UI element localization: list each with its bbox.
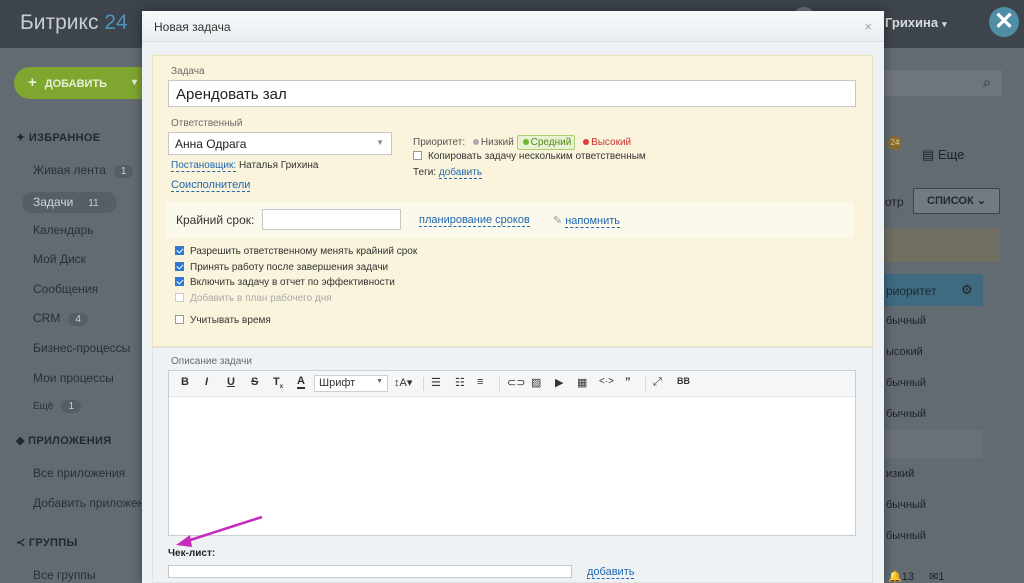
text-color-icon[interactable]: A — [297, 376, 305, 389]
new-task-dialog: Новая задача × Задача Арендовать зал Отв… — [142, 11, 884, 583]
description-label: Описание задачи — [171, 356, 252, 367]
align-icon[interactable]: ≡ — [477, 376, 483, 388]
fullscreen-icon[interactable]: ⤢ — [653, 376, 662, 389]
option-checkbox[interactable]: Принять работу после завершения задачи — [175, 261, 388, 273]
deadline-input[interactable] — [262, 209, 401, 230]
bullet-list-icon[interactable]: ☷ — [455, 376, 465, 389]
tags-add-link[interactable]: добавить — [438, 167, 483, 179]
image-icon[interactable]: ▨ — [531, 376, 541, 389]
sidebar-item-more[interactable]: Ещё 1 — [33, 400, 82, 413]
sidebar-item-add-app[interactable]: Добавить приложен — [33, 496, 144, 510]
numbered-list-icon[interactable]: ☰ — [431, 376, 441, 389]
table-icon[interactable]: ▦ — [577, 376, 587, 389]
deadline-row: Крайний срок: планирование сроков ✎ напом… — [166, 202, 854, 238]
sidebar-item-disk[interactable]: Мой Диск — [33, 252, 86, 266]
filter-band — [884, 228, 1000, 262]
view-label: отр — [885, 195, 904, 209]
link-icon[interactable]: ⊂⊃ — [507, 376, 525, 389]
group-band — [884, 430, 983, 458]
apps-header[interactable]: ◆ ПРИЛОЖЕНИЯ — [16, 434, 111, 447]
option-checkbox[interactable]: Разрешить ответственному менять крайний … — [175, 245, 417, 257]
sidebar-item-tasks[interactable]: Задачи 11 — [22, 192, 117, 213]
font-select[interactable]: Шрифт ▼ — [314, 375, 388, 392]
list-view-button[interactable]: СПИСОК ⌄ — [913, 188, 1000, 214]
tags-row: Теги: добавить — [413, 167, 483, 179]
creator-link[interactable]: Постановщик: — [171, 160, 237, 172]
dialog-title: Новая задача — [154, 20, 231, 34]
search-icon[interactable]: ⌕ — [983, 74, 991, 91]
table-row[interactable]: бычный — [886, 408, 926, 420]
notification-badge: 24 — [888, 136, 902, 150]
checklist-add-link[interactable]: добавить — [587, 566, 635, 579]
remind-link[interactable]: ✎ напомнить — [553, 214, 621, 228]
priority-medium[interactable]: Средний — [516, 135, 576, 150]
task-label: Задача — [171, 66, 205, 77]
groups-header[interactable]: ≺ ГРУППЫ — [16, 536, 78, 549]
table-row[interactable]: бычный — [886, 315, 926, 327]
gear-icon[interactable]: ⚙ — [961, 282, 973, 298]
code-icon[interactable]: <·> — [599, 376, 614, 387]
underline-icon[interactable]: U — [227, 376, 235, 388]
track-time-checkbox[interactable]: Учитывать время — [175, 314, 271, 326]
responsible-label: Ответственный — [171, 118, 243, 129]
clear-format-icon[interactable]: Tx — [273, 376, 283, 390]
copy-task-checkbox[interactable]: Копировать задачу нескольким ответственн… — [413, 150, 646, 162]
table-row[interactable]: бычный — [886, 499, 926, 511]
chevron-down-icon: ▼ — [376, 138, 384, 147]
planning-link[interactable]: планирование сроков — [419, 214, 530, 227]
bell-icon: ✎ — [553, 215, 563, 227]
italic-icon[interactable]: I — [205, 376, 208, 388]
sidebar-item-feed[interactable]: Живая лента 1 — [33, 163, 134, 178]
annotation-arrow-icon — [176, 515, 263, 547]
bell-counter[interactable]: 🔔13 — [888, 570, 914, 583]
creator-row: Постановщик: Наталья Грихина — [171, 160, 319, 172]
quote-icon[interactable]: ” — [625, 376, 631, 388]
priority-high[interactable]: Высокий — [578, 137, 631, 148]
font-size-icon[interactable]: ↕A▾ — [394, 376, 412, 389]
sidebar-item-all-apps[interactable]: Все приложения — [33, 466, 125, 480]
dialog-header: Новая задача × — [142, 11, 884, 42]
table-row[interactable]: ысокий — [886, 346, 923, 358]
sidebar-item-myproc[interactable]: Мои процессы — [33, 371, 114, 385]
video-icon[interactable]: ▶ — [555, 376, 563, 389]
bold-icon[interactable]: B — [181, 376, 189, 388]
close-icon[interactable]: × — [864, 19, 872, 34]
task-title-input[interactable]: Арендовать зал — [168, 80, 856, 107]
sidebar-item-all-groups[interactable]: Все группы — [33, 568, 96, 582]
logo[interactable]: Битрикс 24 — [20, 11, 128, 35]
table-row[interactable]: изкий — [886, 468, 914, 480]
more-menu[interactable]: ▤ Еще — [922, 147, 964, 163]
close-slider-icon[interactable]: ✕ — [989, 7, 1019, 37]
add-button[interactable]: + ДОБАВИТЬ ▾ — [14, 67, 156, 99]
bbcode-icon[interactable]: BB — [677, 376, 690, 386]
priority-low[interactable]: Низкий — [468, 137, 514, 148]
priority-selector: Приоритет: Низкий Средний Высокий — [413, 135, 632, 150]
user-menu[interactable]: Грихина ▾ — [885, 15, 947, 30]
sidebar-item-bizproc[interactable]: Бизнес-процессы — [33, 341, 130, 355]
sidebar-item-calendar[interactable]: Календарь — [33, 223, 94, 237]
sidebar-item-crm[interactable]: CRM 4 — [33, 311, 88, 326]
table-row[interactable]: бычный — [886, 377, 926, 389]
checklist-input[interactable] — [168, 565, 572, 578]
strikethrough-icon[interactable]: S — [251, 376, 258, 388]
responsible-select[interactable]: Анна Одрага ▼ — [168, 132, 392, 155]
editor-toolbar: B I U S Tx A Шрифт ▼ ↕A▾ ☰ ☷ ≡ ⊂⊃ ▨ ▶ ▦ <… — [169, 371, 855, 397]
option-checkbox-disabled: Добавить в план рабочего дня — [175, 292, 332, 304]
coexecutors-link[interactable]: Соисполнители — [171, 179, 251, 192]
task-main-panel: Задача Арендовать зал Ответственный Анна… — [152, 55, 873, 347]
table-row[interactable]: бычный — [886, 530, 926, 542]
favorites-header[interactable]: ✦ ИЗБРАННОЕ — [16, 131, 100, 144]
option-checkbox[interactable]: Включить задачу в отчет по эффективности — [175, 276, 395, 288]
sidebar-item-messages[interactable]: Сообщения — [33, 282, 98, 296]
mail-counter[interactable]: ✉1 — [929, 570, 944, 583]
deadline-label: Крайний срок: — [176, 213, 255, 227]
